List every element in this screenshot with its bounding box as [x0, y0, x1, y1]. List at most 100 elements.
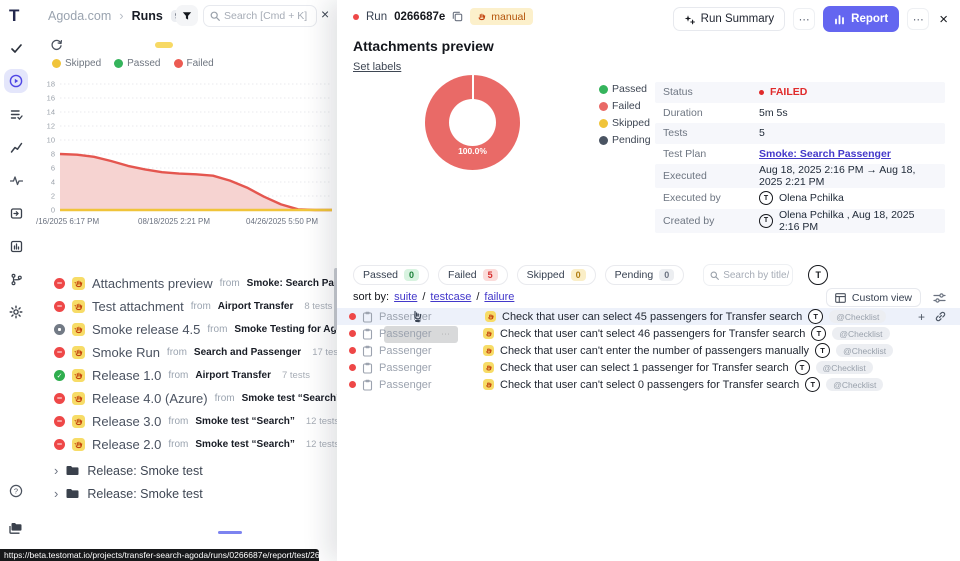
test-row[interactable]: Passenger Check that user can't select 4… — [337, 325, 960, 342]
sort-link[interactable]: testcase — [430, 291, 471, 303]
run-source: Search and Passenger — [194, 347, 301, 358]
sidebar-item-analytics[interactable] — [4, 135, 28, 159]
run-type-tab[interactable] — [155, 42, 173, 48]
from-label: from — [207, 324, 227, 335]
breadcrumb-section[interactable]: Runs — [132, 9, 163, 23]
test-title: Check that user can select 45 passengers… — [502, 311, 802, 323]
legend-label: Skipped — [612, 117, 650, 129]
test-row[interactable]: Passenger Check that user can't enter th… — [337, 342, 960, 359]
refresh-icon[interactable] — [50, 38, 63, 51]
run-folder-item[interactable]: › Release: Smoke test — [0, 459, 340, 482]
add-icon[interactable]: + — [918, 310, 925, 324]
sidebar-item-reports[interactable] — [4, 234, 28, 258]
run-name: Release 2.0 — [92, 437, 161, 452]
svg-text:/16/2025 6:17 PM: /16/2025 6:17 PM — [36, 217, 99, 226]
detail-value[interactable]: Smoke: Search Passenger — [759, 148, 891, 160]
runs-page: T Agoda.com › Runs 9 × — [0, 0, 340, 561]
app-logo[interactable]: T — [9, 6, 19, 26]
run-list-item[interactable]: Release 4.0 (Azure) from Smoke test “Sea… — [0, 387, 340, 410]
link-icon[interactable] — [935, 311, 946, 322]
row-actions: + — [918, 310, 946, 324]
manual-test-icon — [483, 345, 494, 356]
summary-more-button[interactable]: ⋯ — [793, 8, 815, 30]
set-labels-link[interactable]: Set labels — [353, 61, 401, 73]
svg-text:18: 18 — [47, 80, 55, 89]
test-status-dot — [349, 381, 356, 388]
test-assignee-avatar — [815, 343, 830, 358]
run-list-item[interactable]: Smoke release 4.5 from Smoke Testing for… — [0, 318, 340, 341]
run-id: 0266687e — [394, 11, 445, 23]
detail-label: Test Plan — [663, 148, 759, 160]
pagination-indicator[interactable] — [218, 531, 242, 534]
tests-search-input[interactable] — [721, 269, 791, 282]
run-tests-count: 8 tests — [304, 301, 332, 312]
detail-row: Executed by Olena Pchilka — [655, 188, 945, 209]
report-board-icon — [10, 240, 23, 253]
detail-value: 5 — [759, 127, 765, 139]
hand-cursor-icon — [411, 310, 423, 323]
sidebar-item-import[interactable] — [4, 201, 28, 225]
detail-row: Duration 5m 5s — [655, 103, 945, 124]
legend-item: Passed — [599, 83, 651, 95]
sort-label: sort by: — [353, 291, 389, 303]
run-list-item[interactable]: Smoke Run from Search and Passenger 17 t… — [0, 341, 340, 364]
report-button[interactable]: Report — [823, 6, 899, 32]
filter-count-badge: 0 — [659, 269, 674, 281]
run-folder-item[interactable]: › Release: Smoke test — [0, 482, 340, 505]
run-source: Smoke test “Search” — [242, 393, 340, 404]
search-icon — [710, 271, 719, 280]
copy-run-id-button[interactable] — [452, 11, 463, 22]
test-suite-name: Passenger — [379, 328, 441, 340]
test-row[interactable]: Passenger Check that user can select 45 … — [337, 308, 960, 325]
close-panel-icon[interactable]: × — [939, 11, 948, 28]
svg-text:12: 12 — [47, 122, 55, 131]
sliders-icon[interactable] — [933, 292, 946, 304]
tests-search — [703, 264, 793, 286]
header-actions: Run Summary ⋯ Report ⋯ × — [673, 6, 948, 32]
custom-view-button[interactable]: Custom view — [826, 288, 921, 307]
sidebar-item-tests[interactable] — [4, 36, 28, 60]
run-list-item[interactable]: Test attachment from Airport Transfer 8 … — [0, 295, 340, 318]
legend-label: Passed — [127, 58, 160, 69]
assignee-filter-avatar[interactable] — [808, 265, 828, 285]
detail-label: Duration — [663, 107, 759, 119]
sidebar-item-pulse[interactable] — [4, 168, 28, 192]
run-status-icon — [54, 416, 65, 427]
run-status-icon — [54, 324, 65, 335]
run-list-item[interactable]: Release 3.0 from Smoke test “Search” 12 … — [0, 410, 340, 433]
sort-link[interactable]: failure — [484, 291, 514, 303]
run-list-item[interactable]: Attachments preview from Smoke: Search P… — [0, 272, 340, 295]
projects-button[interactable] — [4, 516, 28, 540]
filter-pills: Passed 0 Failed 5 Skipped 0 Pending 0 — [353, 265, 684, 285]
manual-run-icon — [72, 369, 85, 382]
filter-pill[interactable]: Skipped 0 — [517, 265, 596, 285]
run-list-item[interactable]: Release 1.0 from Airport Transfer 7 test… — [0, 364, 340, 387]
sort-link[interactable]: suite — [394, 291, 417, 303]
test-row[interactable]: Passenger Check that user can select 1 p… — [337, 359, 960, 376]
test-suite-name: Passenger — [379, 379, 441, 391]
breadcrumb-project[interactable]: Agoda.com — [48, 9, 111, 23]
filter-pill[interactable]: Passed 0 — [353, 265, 429, 285]
copy-icon — [452, 11, 463, 22]
sidebar-item-runs[interactable] — [4, 69, 28, 93]
from-label: from — [191, 301, 211, 312]
manual-test-icon — [485, 311, 496, 322]
manual-run-icon — [72, 300, 85, 313]
sidebar-item-plans[interactable] — [4, 102, 28, 126]
run-list-item[interactable]: Release 2.0 from Smoke test “Search” 12 … — [0, 433, 340, 456]
filter-pill[interactable]: Failed 5 — [438, 265, 508, 285]
filter-button[interactable] — [176, 5, 198, 26]
test-row[interactable]: Passenger Check that user can't select 0… — [337, 376, 960, 393]
legend-label: Skipped — [65, 58, 101, 69]
panel-more-button[interactable]: ⋯ — [907, 8, 929, 30]
close-search-icon[interactable]: × — [321, 6, 329, 22]
run-summary-button[interactable]: Run Summary — [673, 7, 786, 31]
legend-dot — [599, 136, 608, 145]
detail-value: Olena Pchilka , Aug 18, 2025 2:16 PM — [759, 209, 937, 233]
run-word: Run — [366, 11, 387, 23]
filter-pill[interactable]: Pending 0 — [605, 265, 685, 285]
test-assignee-avatar — [811, 326, 826, 341]
global-search-input[interactable] — [222, 9, 310, 23]
test-status-dot — [349, 347, 356, 354]
run-status-icon — [54, 370, 65, 381]
